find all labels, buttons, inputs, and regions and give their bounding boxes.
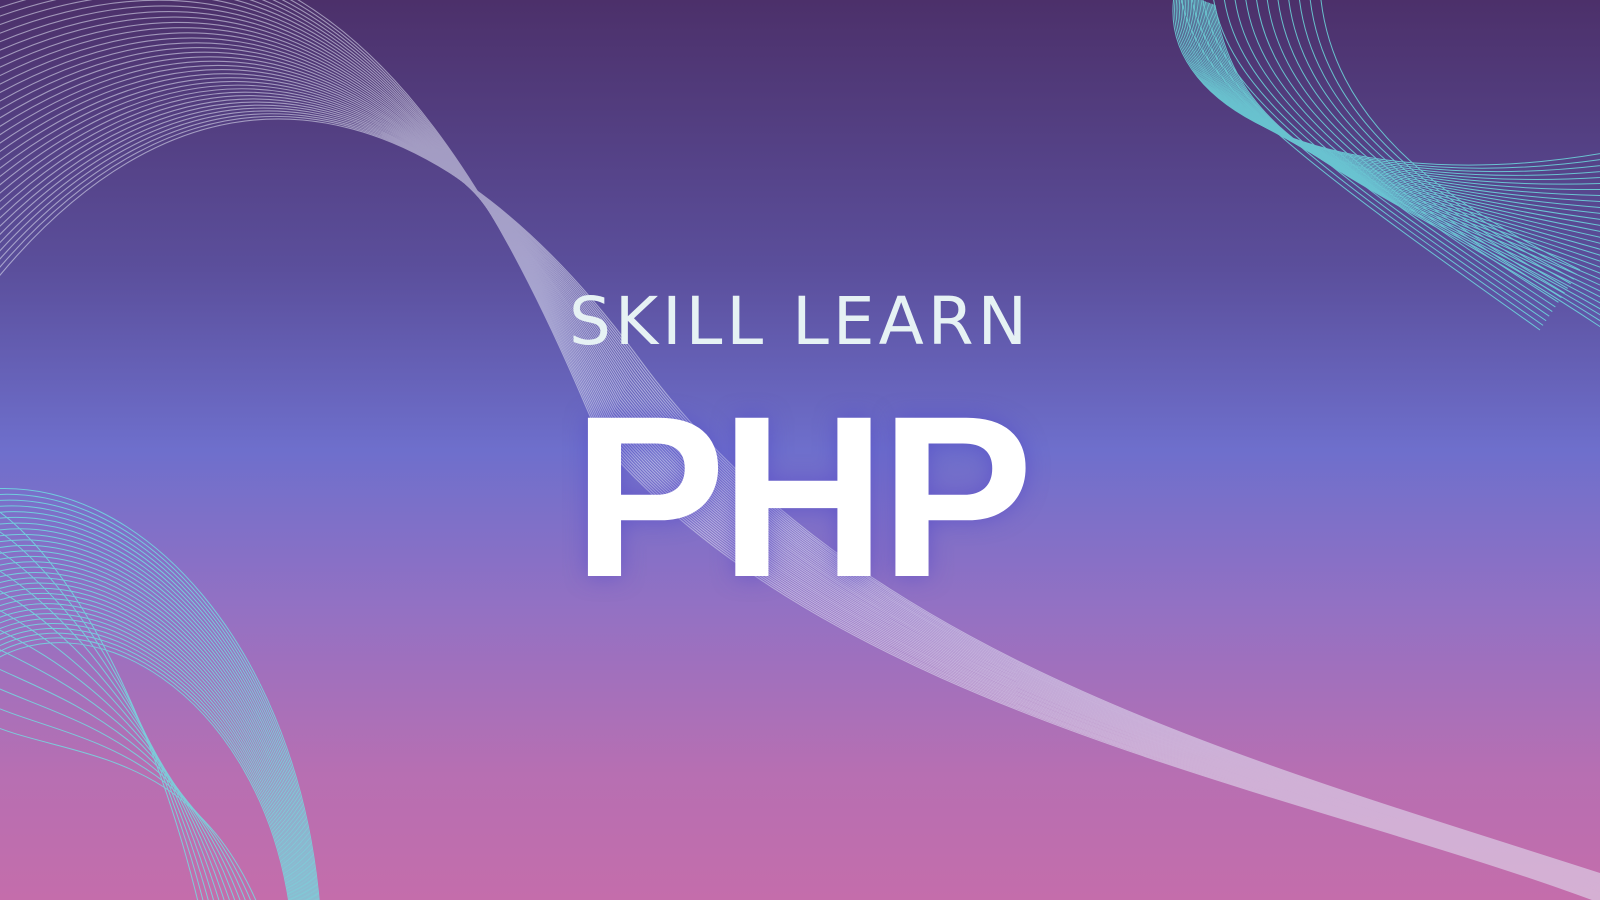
banner-subtitle: SKILL LEARN <box>568 283 1031 360</box>
title-block: SKILL LEARN PHP <box>0 0 1600 900</box>
banner-title: PHP <box>572 368 1034 625</box>
php-banner: SKILL LEARN PHP <box>0 0 1600 900</box>
